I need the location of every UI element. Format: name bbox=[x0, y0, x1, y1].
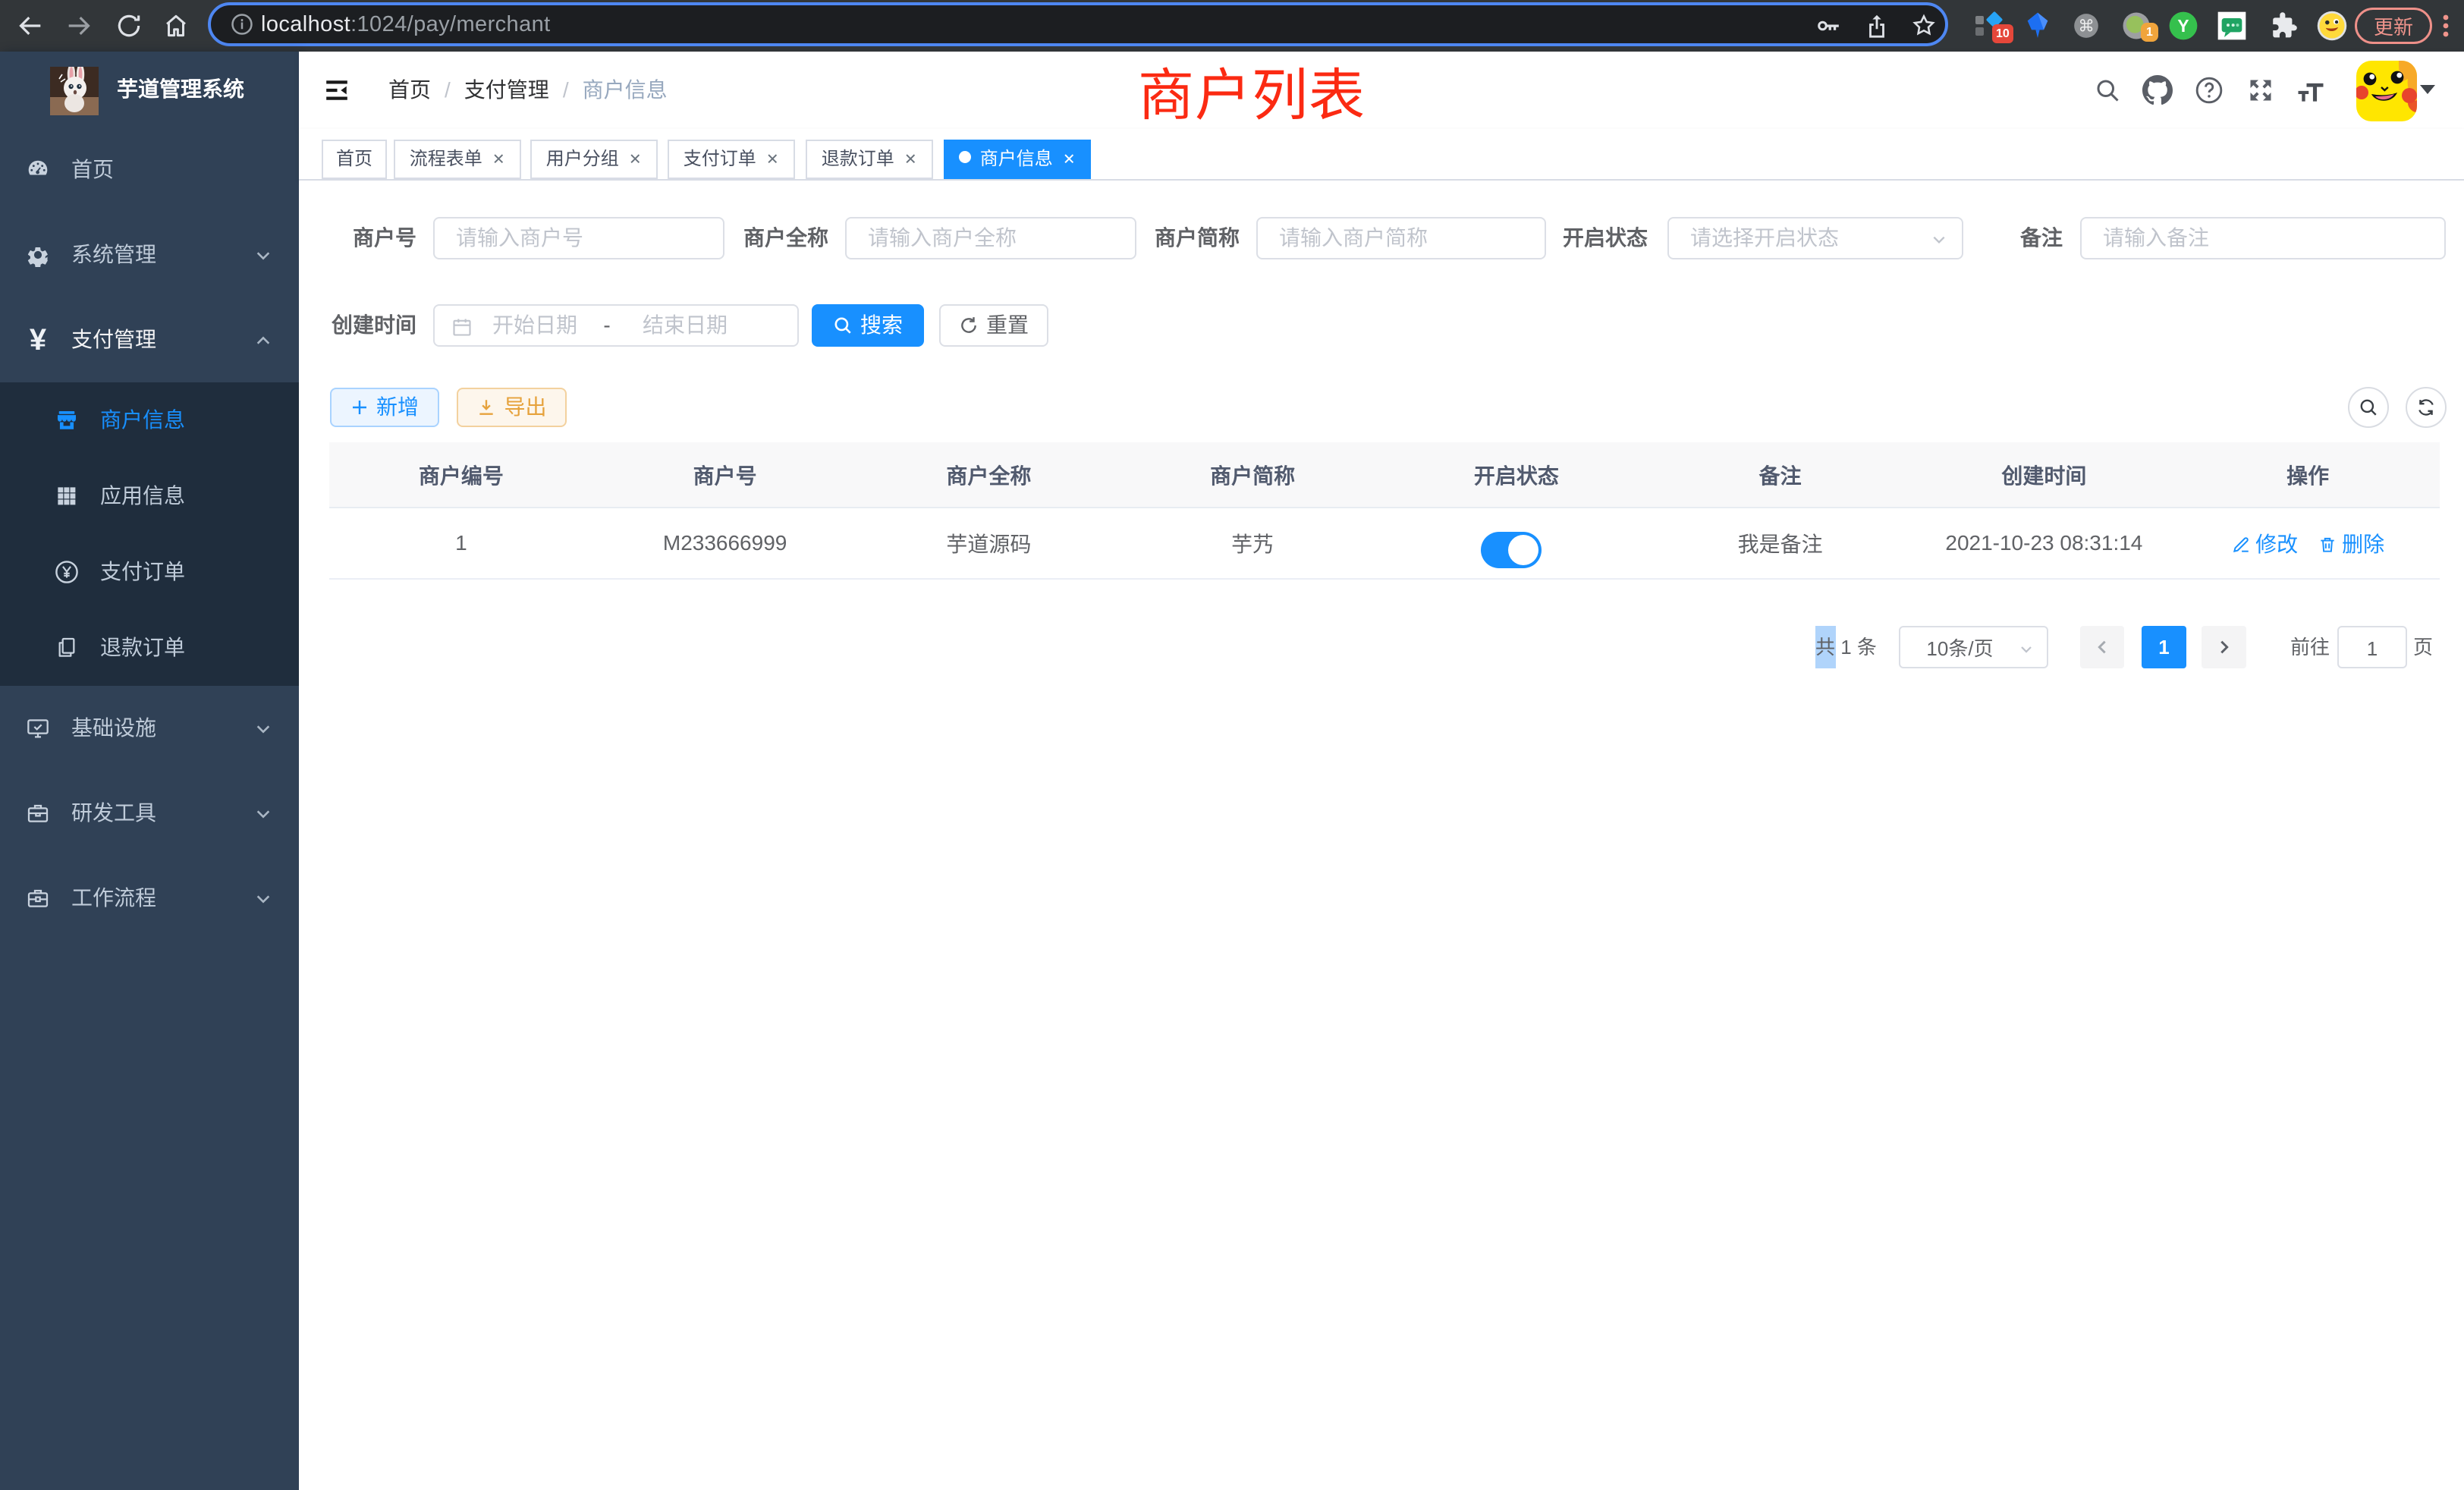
svg-text:Y: Y bbox=[2177, 16, 2189, 36]
svg-text:⌘: ⌘ bbox=[2078, 17, 2094, 36]
